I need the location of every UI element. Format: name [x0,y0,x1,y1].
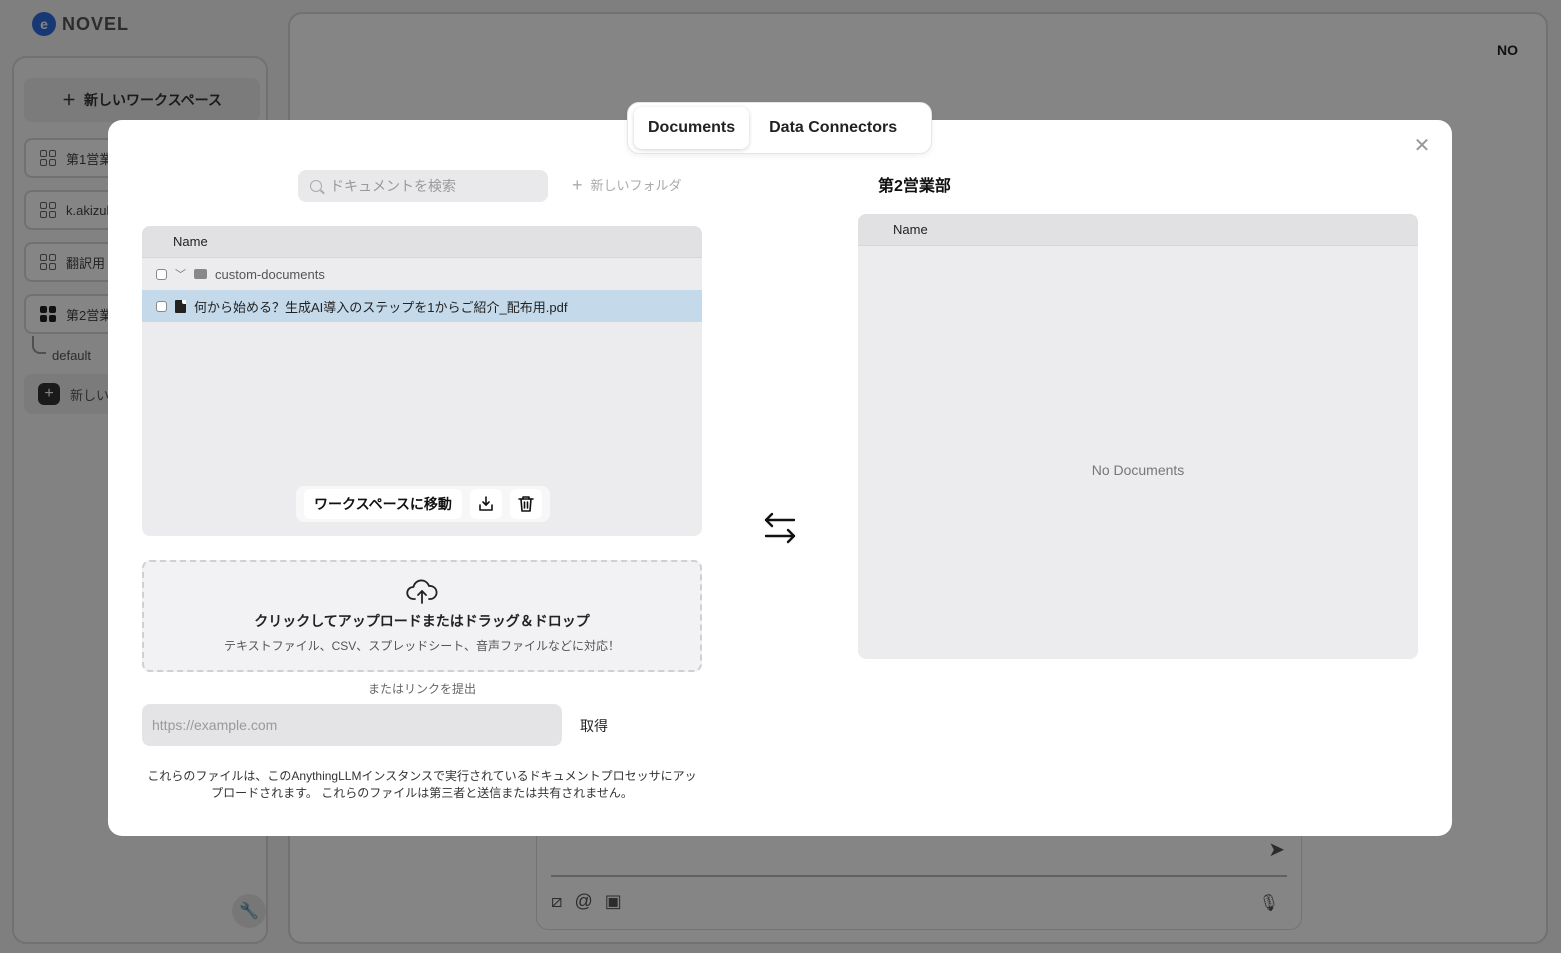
upload-dropzone[interactable]: クリックしてアップロードまたはドラッグ＆ドロップ テキストファイル、CSV、スプ… [142,560,702,672]
trash-icon [518,496,534,512]
tab-data-connectors[interactable]: Data Connectors [755,107,911,149]
document-manager-modal: ✕ + 新しいフォルダ Name ﹀ custom-documents 何から始… [108,120,1452,836]
tab-documents[interactable]: Documents [634,107,750,149]
fetch-link-button[interactable]: 取得 [580,716,608,736]
new-folder-button[interactable]: + 新しいフォルダ [572,175,682,194]
my-documents-panel: Name ﹀ custom-documents 何から始める？生成AI導入のステ… [142,226,702,536]
privacy-notice: これらのファイルは、このAnythingLLMインスタンスで実行されているドキュ… [142,768,702,802]
search-input[interactable] [330,178,530,194]
tray-arrow-icon [479,496,493,511]
move-to-workspace-button[interactable]: ワークスペースに移動 [304,489,462,519]
folder-checkbox[interactable] [156,268,167,280]
file-name: 何から始める？生成AI導入のステップを1からご紹介_配布用.pdf [194,299,568,315]
table-header: Name [142,226,702,258]
file-row[interactable]: 何から始める？生成AI導入のステップを1からご紹介_配布用.pdf [142,290,702,322]
folder-row[interactable]: ﹀ custom-documents [142,258,702,290]
empty-state-label: No Documents [1091,462,1185,478]
download-button[interactable] [469,489,502,519]
folder-name: custom-documents [215,266,325,282]
swap-arrows-icon [764,512,796,544]
upload-title: クリックしてアップロードまたはドラッグ＆ドロップ [254,612,590,629]
or-submit-link-label: またはリンクを提出 [367,682,476,696]
file-checkbox[interactable] [156,300,167,312]
close-icon[interactable]: ✕ [1412,136,1432,156]
file-icon [175,299,186,313]
folder-icon [194,269,207,279]
upload-subtitle: テキストファイル、CSV、スプレッドシート、音声ファイルなどに対応！ [223,638,621,653]
new-folder-label: 新しいフォルダ [590,178,682,193]
selection-action-bar: ワークスペースに移動 [296,486,550,522]
chevron-down-icon[interactable]: ﹀ [175,266,186,282]
document-search [298,170,548,202]
privacy-line-2: プロードされます。 これらのファイルは第三者と送信または共有されません。 [211,786,633,800]
plus-icon: + [572,174,583,195]
search-icon [310,180,322,192]
modal-tabs: Documents Data Connectors [627,102,932,154]
workspace-documents-panel: Name No Documents [858,214,1418,659]
link-url-input[interactable] [142,704,562,746]
workspace-title: 第2営業部 [878,178,951,195]
privacy-line-1: これらのファイルは、このAnythingLLMインスタンスで実行されているドキュ… [147,769,697,783]
cloud-upload-icon [406,579,438,604]
delete-button[interactable] [509,489,542,519]
